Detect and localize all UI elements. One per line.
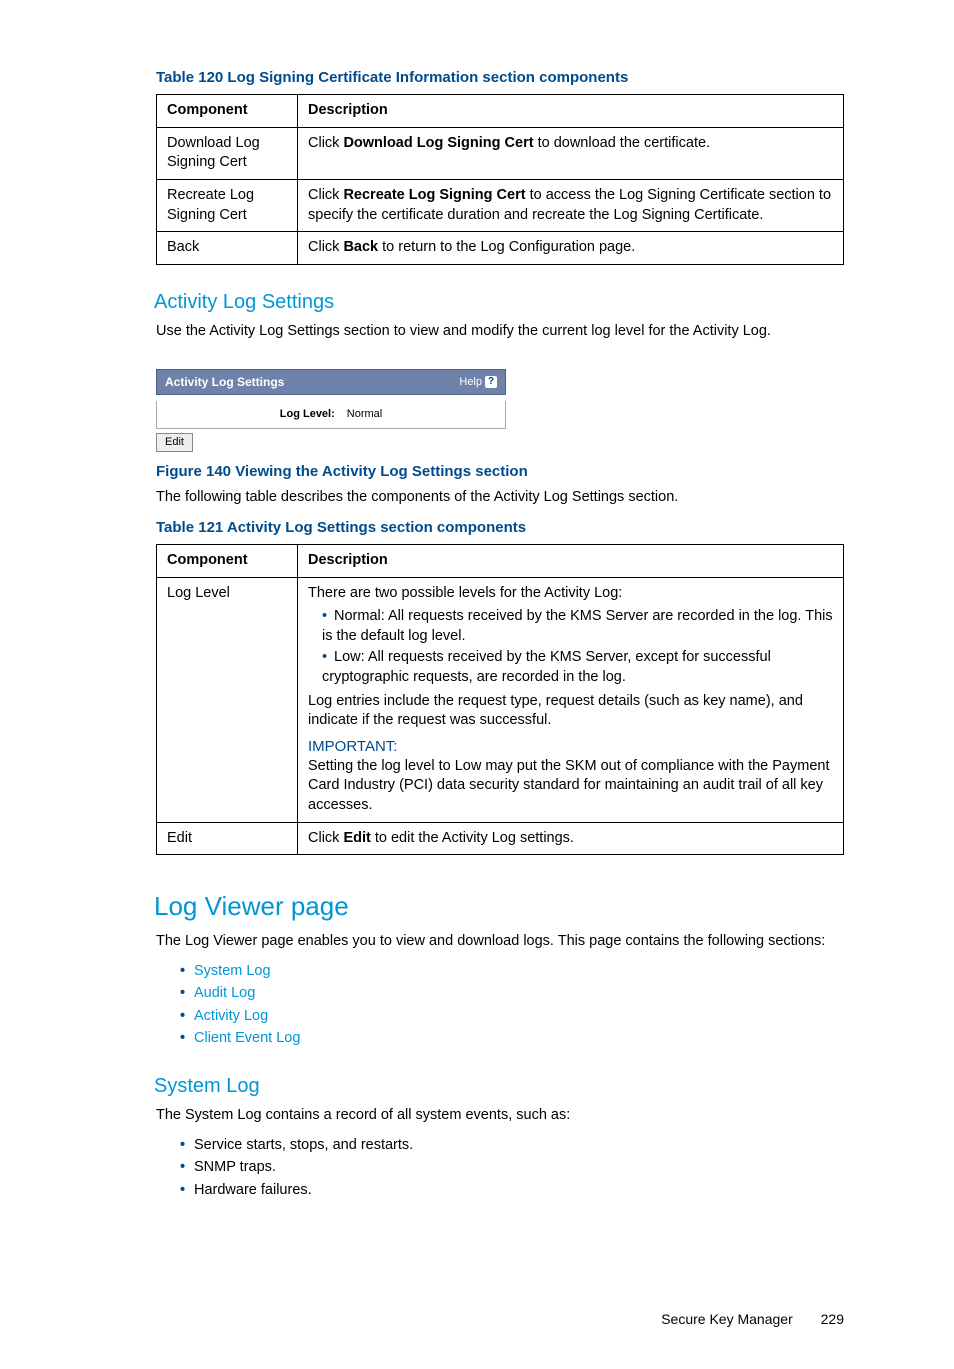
- activity-settings-intro: Use the Activity Log Settings section to…: [156, 322, 844, 342]
- list-item: Normal: All requests received by the KMS…: [322, 607, 833, 646]
- log-viewer-intro: The Log Viewer page enables you to view …: [156, 932, 844, 952]
- after-figure-text: The following table describes the compon…: [156, 488, 844, 508]
- cell-description: Click Back to return to the Log Configur…: [298, 232, 844, 265]
- link-audit-log[interactable]: Audit Log: [194, 985, 255, 1001]
- edit-button[interactable]: Edit: [156, 433, 193, 452]
- cell-component: Edit: [157, 822, 298, 855]
- system-log-list: Service starts, stops, and restarts. SNM…: [156, 1136, 844, 1201]
- cell-description: Click Edit to edit the Activity Log sett…: [298, 822, 844, 855]
- log-level-label: Log Level:: [280, 407, 335, 422]
- loglevel-intro: There are two possible levels for the Ac…: [308, 584, 833, 604]
- system-log-intro: The System Log contains a record of all …: [156, 1106, 844, 1126]
- help-label: Help: [459, 375, 482, 390]
- figure-140-caption: Figure 140 Viewing the Activity Log Sett…: [156, 462, 844, 482]
- table-121-header-description: Description: [298, 545, 844, 578]
- list-item: Hardware failures.: [180, 1181, 844, 1201]
- log-viewer-page-heading: Log Viewer page: [154, 889, 844, 924]
- cell-description: Click Download Log Signing Cert to downl…: [298, 127, 844, 179]
- list-item: Service starts, stops, and restarts.: [180, 1136, 844, 1156]
- activity-log-settings-heading: Activity Log Settings: [154, 289, 844, 316]
- table-120-header-component: Component: [157, 95, 298, 128]
- list-item: SNMP traps.: [180, 1158, 844, 1178]
- help-link[interactable]: Help ?: [459, 375, 497, 390]
- link-system-log[interactable]: System Log: [194, 963, 271, 979]
- table-row: Back Click Back to return to the Log Con…: [157, 232, 844, 265]
- list-item: Audit Log: [180, 984, 844, 1004]
- table-120: Component Description Download Log Signi…: [156, 94, 844, 264]
- link-activity-log[interactable]: Activity Log: [194, 1008, 268, 1024]
- widget-title: Activity Log Settings: [165, 374, 284, 390]
- table-row: Download Log Signing Cert Click Download…: [157, 127, 844, 179]
- list-item: Client Event Log: [180, 1029, 844, 1049]
- page-number: 229: [821, 1311, 844, 1327]
- table-120-header-description: Description: [298, 95, 844, 128]
- table-row: Recreate Log Signing Cert Click Recreate…: [157, 179, 844, 231]
- log-level-value: Normal: [347, 407, 382, 422]
- important-label: IMPORTANT:: [308, 737, 833, 757]
- cell-component: Download Log Signing Cert: [157, 127, 298, 179]
- cell-description: There are two possible levels for the Ac…: [298, 577, 844, 822]
- list-item: Activity Log: [180, 1007, 844, 1027]
- cell-description: Click Recreate Log Signing Cert to acces…: [298, 179, 844, 231]
- widget-body: Log Level: Normal: [156, 401, 506, 429]
- cell-component: Recreate Log Signing Cert: [157, 179, 298, 231]
- table-121-caption: Table 121 Activity Log Settings section …: [156, 518, 844, 538]
- system-log-heading: System Log: [154, 1073, 844, 1100]
- table-121: Component Description Log Level There ar…: [156, 544, 844, 855]
- table-120-caption: Table 120 Log Signing Certificate Inform…: [156, 68, 844, 88]
- cell-component: Back: [157, 232, 298, 265]
- important-text: Setting the log level to Low may put the…: [308, 757, 833, 816]
- table-row: Log Level There are two possible levels …: [157, 577, 844, 822]
- footer-title: Secure Key Manager: [661, 1311, 793, 1327]
- help-icon: ?: [485, 376, 497, 388]
- table-row: Edit Click Edit to edit the Activity Log…: [157, 822, 844, 855]
- list-item: System Log: [180, 962, 844, 982]
- activity-log-settings-widget: Activity Log Settings Help ? Log Level: …: [156, 369, 506, 452]
- log-viewer-links: System Log Audit Log Activity Log Client…: [156, 962, 844, 1049]
- link-client-event-log[interactable]: Client Event Log: [194, 1030, 300, 1046]
- widget-header: Activity Log Settings Help ?: [156, 369, 506, 395]
- cell-component: Log Level: [157, 577, 298, 822]
- page-footer: Secure Key Manager 229: [156, 1310, 844, 1329]
- table-121-header-component: Component: [157, 545, 298, 578]
- loglevel-middle: Log entries include the request type, re…: [308, 692, 833, 731]
- list-item: Low: All requests received by the KMS Se…: [322, 648, 833, 687]
